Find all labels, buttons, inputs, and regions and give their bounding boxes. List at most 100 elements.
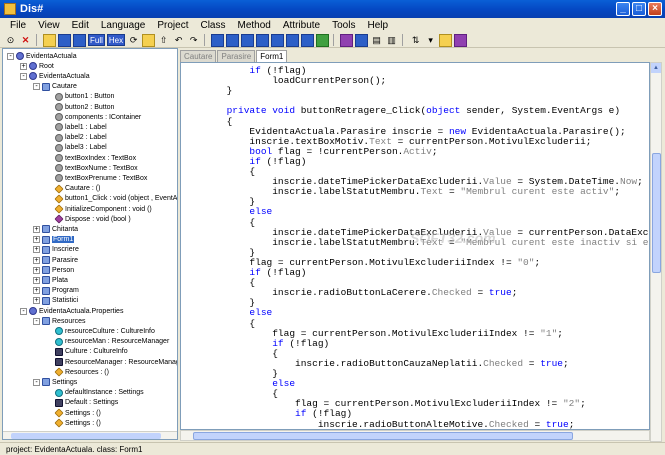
up-arrow-icon[interactable]: ⇧ [157,34,170,47]
menu-method[interactable]: Method [232,20,277,31]
tree-item[interactable]: textBoxPrenume : TextBox [46,173,147,183]
refresh-icon[interactable]: ⟳ [127,34,140,47]
attr-icon-8[interactable] [316,33,330,47]
tree-item[interactable]: + Person [33,265,74,275]
menu-attribute[interactable]: Attribute [277,20,326,31]
tree-item[interactable]: Resources : () [46,367,109,377]
expand-icon[interactable]: + [33,287,40,295]
back-arrow-icon[interactable]: ↶ [172,34,185,47]
expand-icon[interactable]: + [33,276,40,284]
tree-item[interactable]: + Form1 [33,235,75,245]
expand-icon[interactable]: + [33,236,40,244]
menu-tools[interactable]: Tools [326,20,361,31]
save-icon[interactable] [58,33,71,47]
new-icon[interactable]: ⊙ [4,34,17,47]
menu-edit[interactable]: Edit [66,20,95,31]
open-folder-icon[interactable] [43,33,56,47]
tree-item[interactable]: + Parasire [33,255,78,265]
expand-icon[interactable]: + [33,256,40,264]
tree-item[interactable]: + Root [20,61,54,71]
filter-icon[interactable]: ▾ [424,34,437,47]
tree-item[interactable]: button2 : Button [46,102,114,112]
find-icon[interactable] [355,33,369,47]
expand-icon[interactable]: + [33,266,40,274]
menu-file[interactable]: File [4,20,32,31]
tree-item[interactable]: Default : Settings [46,398,118,408]
menu-view[interactable]: View [32,20,66,31]
attr-icon-2[interactable] [226,33,240,47]
close-button[interactable]: × [648,2,662,16]
attr-icon-1[interactable] [211,33,225,47]
collapse-icon[interactable]: - [33,83,40,91]
attr-icon-7[interactable] [301,33,315,47]
scrollbar-thumb[interactable] [193,432,573,440]
scroll-up-icon[interactable]: ▲ [651,63,661,73]
expand-icon[interactable]: + [33,225,40,233]
tree-item[interactable]: + Program [33,286,79,296]
tree-item[interactable]: textBoxNume : TextBox [46,163,138,173]
tree-item[interactable]: - EvidentaActuala [20,71,90,81]
hex-button[interactable]: Hex [106,34,126,46]
tree-horizontal-scrollbar[interactable] [3,431,177,439]
maximize-button[interactable]: □ [632,2,646,16]
tree-item[interactable]: ResourceManager : ResourceManag [46,357,177,367]
book-icon[interactable] [454,33,468,47]
export-icon[interactable] [439,33,453,47]
tree-item[interactable]: + Chitanta [33,224,78,234]
attr-icon-4[interactable] [256,33,270,47]
tree-item[interactable]: - Settings [33,377,77,387]
tree-item[interactable]: button1_Click : void (object , EventA [46,194,177,204]
page-icon[interactable]: ▥ [385,34,398,47]
tree-item[interactable]: textBoxIndex : TextBox [46,153,136,163]
expand-icon[interactable]: + [20,62,27,70]
scrollbar-thumb[interactable] [11,433,161,439]
tree-item[interactable]: + Plata [33,275,68,285]
tree-item[interactable]: Settings : () [46,418,101,428]
expand-icon[interactable]: + [33,246,40,254]
scrollbar-thumb[interactable] [652,153,661,273]
collapse-icon[interactable]: - [20,307,27,315]
document-icon[interactable]: ▤ [370,34,383,47]
tree-item[interactable]: Cautare : () [46,184,100,194]
tree-item[interactable]: Dispose : void (bool ) [46,214,131,224]
editor-horizontal-scrollbar[interactable] [180,430,650,441]
editor-vertical-scrollbar[interactable]: ▲ [650,62,662,442]
tree-item[interactable]: - EvidentaActuala.Properties [20,306,123,316]
class-tree[interactable]: - EvidentaActuala + Root - EvidentaActuala - Ca… [2,48,178,440]
info-icon[interactable] [340,33,354,47]
menu-language[interactable]: Language [95,20,152,31]
forward-arrow-icon[interactable]: ↷ [187,34,200,47]
code-editor[interactable]: if (!flag) loadCurrentPerson(); } privat… [180,62,650,430]
tree-item[interactable]: resourceCulture : CultureInfo [46,326,155,336]
menu-help[interactable]: Help [361,20,394,31]
collapse-icon[interactable]: - [7,52,14,60]
tree-item[interactable]: Culture : CultureInfo [46,347,128,357]
tree-item[interactable]: - Cautare [33,82,77,92]
tree-item[interactable]: components : IContainer [46,112,141,122]
full-button[interactable]: Full [88,34,105,46]
view-icon[interactable] [73,33,86,47]
delete-icon[interactable]: ✕ [19,34,32,47]
tree-item[interactable]: label2 : Label [46,133,107,143]
attr-icon-3[interactable] [241,33,255,47]
attr-icon-6[interactable] [286,33,300,47]
tree-item[interactable]: InitializeComponent : void () [46,204,152,214]
tree-item[interactable]: label3 : Label [46,143,107,153]
attr-icon-5[interactable] [271,33,285,47]
collapse-icon[interactable]: - [20,72,27,80]
sort-icon[interactable]: ⇅ [409,34,422,47]
tree-item[interactable]: + Statistici [33,296,78,306]
tree-item[interactable]: defaultInstance : Settings [46,388,144,398]
tree-item[interactable]: resourceMan : ResourceManager [46,337,169,347]
menu-project[interactable]: Project [151,20,194,31]
tree-item[interactable]: button1 : Button [46,92,114,102]
collapse-icon[interactable]: - [33,378,40,386]
collapse-icon[interactable]: - [33,317,40,325]
search-icon[interactable] [142,33,156,47]
tree-item[interactable]: - Resources [33,316,85,326]
tree-item[interactable]: Settings : () [46,408,101,418]
minimize-button[interactable]: _ [616,2,630,16]
menu-class[interactable]: Class [194,20,231,31]
tree-item[interactable]: label1 : Label [46,122,107,132]
tree-item[interactable]: + Inscriere [33,245,79,255]
